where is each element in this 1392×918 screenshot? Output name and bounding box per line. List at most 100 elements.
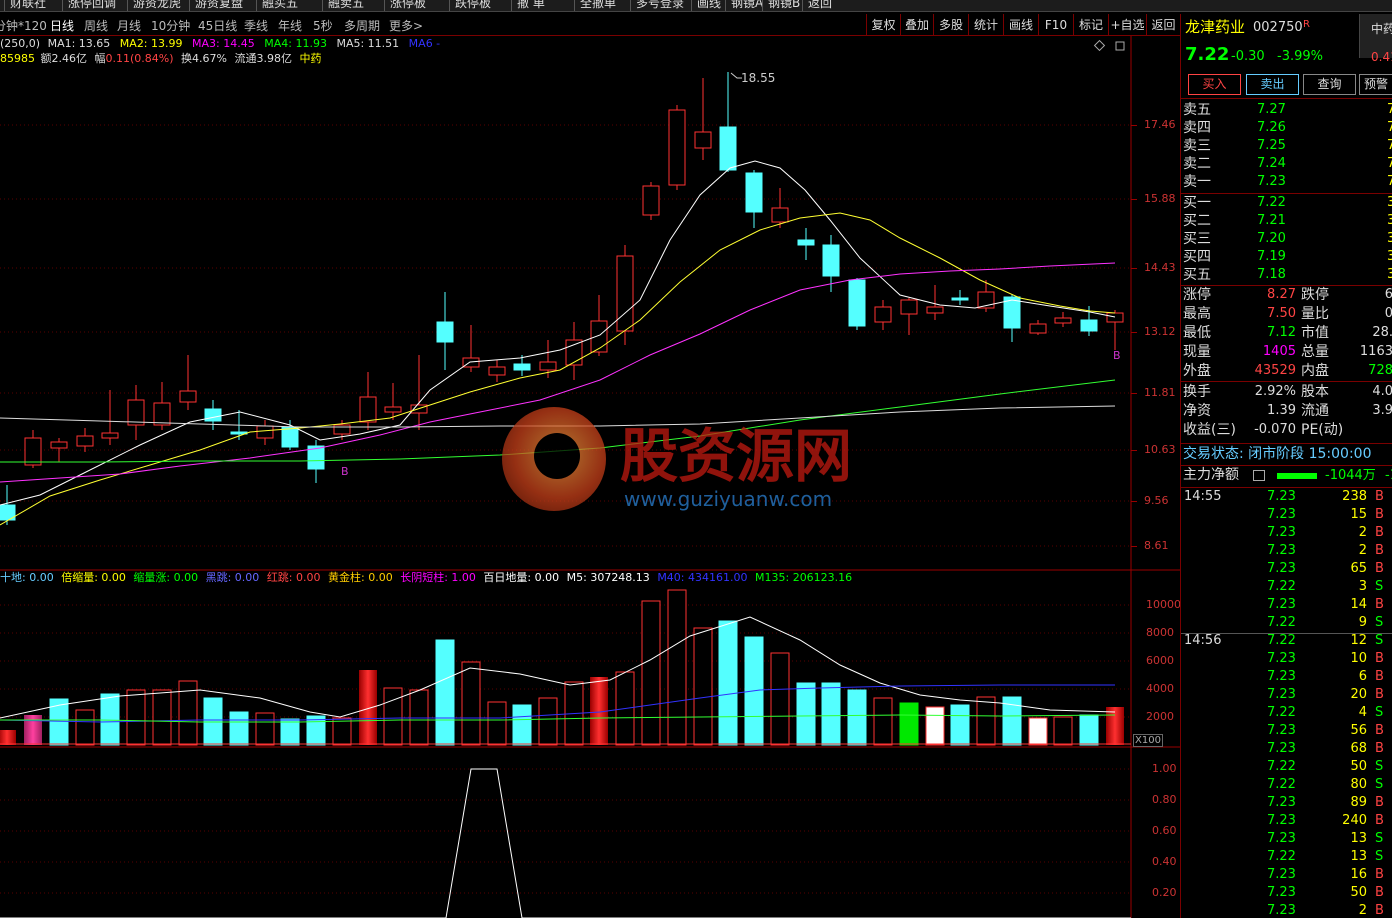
tick-price: 7.22 [1267,705,1296,720]
chart-button-8[interactable]: 返回 [1146,14,1180,36]
tick-volume: 15 [1350,507,1367,522]
volume-bar [1079,714,1099,746]
toolbar-button-10[interactable]: 多号登录 [636,0,684,11]
tab-6[interactable]: 季线 [244,17,268,34]
candle [745,172,763,213]
tick-price: 7.23 [1267,525,1296,540]
candle [488,366,506,376]
toolbar-button-13[interactable]: 钢镜B [768,0,800,11]
chart-button-6[interactable]: 标记 [1073,14,1108,36]
candle [384,406,402,413]
chart-button-1[interactable]: 叠加 [900,14,933,36]
tab-4[interactable]: 10分钟 [151,17,190,34]
tick-price: 7.23 [1267,507,1296,522]
buys-level-volume: 3 [1387,267,1392,282]
toolbar-button-9[interactable]: 全撤单 [580,0,616,11]
volume-bar [899,702,919,746]
stat-label: 总量 [1301,344,1329,360]
tick-direction: B [1375,723,1384,738]
divider [1181,193,1392,194]
buys-level-price: 7.20 [1257,231,1286,246]
axis-tick [1131,501,1137,502]
tick-price: 7.23 [1267,885,1296,900]
trade-status: 交易状态: 闭市阶段 15:00:00 [1183,446,1372,462]
volume-bar [280,718,300,746]
action-button-3[interactable]: 预警 [1359,74,1392,95]
tick-price: 7.23 [1267,867,1296,882]
chart-button-7[interactable]: +自选 [1108,14,1146,36]
tab-3[interactable]: 月线 [117,17,141,34]
tab-9[interactable]: 多周期 [344,17,380,34]
tab-7[interactable]: 年线 [278,17,302,34]
toolbar-button-12[interactable]: 钢镜A [731,0,763,11]
action-button-0[interactable]: 买入 [1188,74,1241,95]
divider [1181,381,1392,382]
candle [1054,317,1072,324]
main-flow-value: -1044万 [1325,468,1376,483]
candle [848,279,866,327]
oscillator-axis-label: 0.80 [1152,793,1177,806]
toolbar-button-6[interactable]: 涨停板 [390,0,426,11]
volume-bar [1053,716,1073,746]
chart-button-0[interactable]: 复权 [866,14,900,36]
tick-price: 7.23 [1267,723,1296,738]
tick-volume: 238 [1342,489,1367,504]
toolbar-button-2[interactable]: 游资龙虎 [133,0,181,11]
toolbar-button-0[interactable]: 财联社 [10,0,46,11]
tab-10[interactable]: 更多> [389,17,423,34]
tab-2[interactable]: 周线 [84,17,108,34]
chart-button-5[interactable]: F10 [1038,14,1073,36]
candle [359,396,377,423]
toolbar-button-1[interactable]: 涨停回调 [68,0,116,11]
oscillator-axis-label: 0.60 [1152,824,1177,837]
toolbar-button-14[interactable]: 返回 [808,0,832,11]
tick-price: 7.23 [1267,561,1296,576]
volume-axis-label: 2000 [1146,710,1174,723]
tab-5[interactable]: 45日线 [198,17,237,34]
tab-0[interactable]: 分钟*120 [0,17,47,34]
candle [874,306,892,323]
diamond-icon[interactable] [1093,39,1106,52]
toolbar-button-4[interactable]: 融买五 [262,0,298,11]
volume-bar [229,711,249,746]
tab-1[interactable]: 日线 [50,17,74,34]
stat-value: 4.0 [1372,384,1392,399]
chart-button-3[interactable]: 统计 [968,14,1003,36]
volume-bar [512,704,532,746]
candle [616,255,634,332]
candle [513,363,531,371]
oscillator-line [0,768,1131,918]
buys-level-label: 买五 [1183,267,1211,283]
chart-button-4[interactable]: 画线 [1003,14,1038,36]
stat-label: 流通 [1301,403,1329,419]
stock-tag1: 中药 [1371,22,1392,36]
toolbar-button-3[interactable]: 游资复盘 [195,0,243,11]
tick-direction: S [1375,849,1384,864]
tick-price: 7.23 [1267,651,1296,666]
candle [900,299,918,315]
tick-volume: 50 [1350,759,1367,774]
square-icon[interactable] [1115,41,1125,51]
candle [127,399,145,426]
toolbar-button-11[interactable]: 画线 [697,0,721,11]
action-button-2[interactable]: 查询 [1303,74,1356,95]
watermark-url: www.guziyuanw.com [624,487,833,511]
tick-direction: B [1375,561,1384,576]
candle [668,109,686,186]
chart-button-2[interactable]: 多股 [933,14,968,36]
volume-bar [925,706,945,746]
tick-price: 7.23 [1267,741,1296,756]
buy-signal-label: B [1113,349,1121,362]
tick-volume: 89 [1350,795,1367,810]
volume-bar [976,696,996,746]
toolbar-button-5[interactable]: 融卖五 [328,0,364,11]
volume-bar [332,717,352,746]
toolbar-button-7[interactable]: 跌停板 [455,0,491,11]
watermark: 股资源网 www.guziyuanw.com [500,405,890,515]
toolbar-button-8[interactable]: 撤 单 [517,0,545,11]
action-button-1[interactable]: 卖出 [1246,74,1299,95]
volume-bar [873,697,893,746]
buys-level-label: 买一 [1183,195,1211,211]
stat-label: 市值 [1301,325,1329,341]
tab-8[interactable]: 5秒 [313,17,333,34]
